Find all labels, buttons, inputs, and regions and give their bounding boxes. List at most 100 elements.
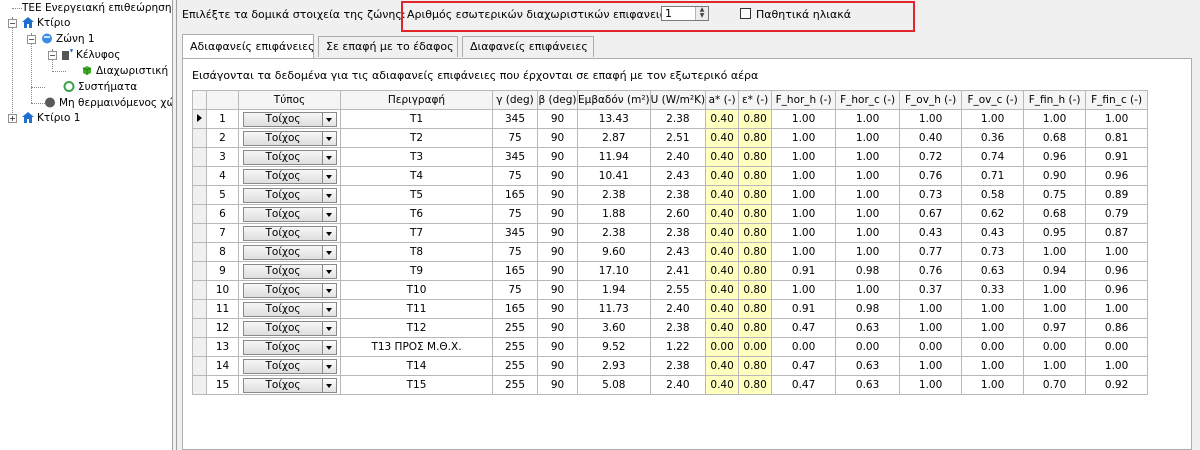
grid-cell[interactable]: 0.67 xyxy=(899,204,963,224)
type-cell[interactable]: Τοίχος xyxy=(238,223,341,243)
grid-cell[interactable]: 11.94 xyxy=(577,147,651,167)
grid-cell[interactable]: 0.68 xyxy=(1023,128,1087,148)
type-cell[interactable]: Τοίχος xyxy=(238,147,341,167)
table-row[interactable]: 6 Τοίχος T6 75 90 1.88 2.60 0.40 0.80 1.00 1.00 0.6… xyxy=(192,204,1149,224)
grid-cell[interactable]: 1.00 xyxy=(1085,109,1149,129)
grid-cell[interactable]: 0.47 xyxy=(771,356,837,376)
grid-cell[interactable]: 0.80 xyxy=(738,261,773,281)
grid-cell[interactable]: 0.94 xyxy=(1023,261,1087,281)
grid-cell[interactable]: 90 xyxy=(537,337,578,357)
grid-cell[interactable]: T3 xyxy=(340,147,493,167)
grid-cell[interactable]: 1.00 xyxy=(771,128,837,148)
row-header[interactable] xyxy=(192,318,207,338)
grid-cell[interactable]: 255 xyxy=(492,337,538,357)
grid-cell[interactable]: 0.80 xyxy=(738,299,773,319)
row-header[interactable] xyxy=(192,242,207,262)
column-header[interactable]: F_fin_h (-) xyxy=(1023,90,1087,110)
grid-cell[interactable]: 0.80 xyxy=(738,204,773,224)
type-cell[interactable]: Τοίχος xyxy=(238,166,341,186)
grid-cell[interactable]: 0.40 xyxy=(705,147,740,167)
column-header[interactable]: γ (deg) xyxy=(492,90,538,110)
grid-cell[interactable]: 0.80 xyxy=(738,166,773,186)
grid-cell[interactable]: 0.70 xyxy=(1023,375,1087,395)
tree-item-zone[interactable]: Ζώνη 1 xyxy=(41,32,95,46)
column-header[interactable]: F_hor_c (-) xyxy=(835,90,901,110)
grid-cell[interactable]: 1.00 xyxy=(771,204,837,224)
grid-cell[interactable]: 1.88 xyxy=(577,204,651,224)
grid-cell[interactable]: 0.40 xyxy=(705,318,740,338)
grid-cell[interactable]: 9.52 xyxy=(577,337,651,357)
grid-cell[interactable]: 2.55 xyxy=(649,280,707,300)
type-cell[interactable]: Τοίχος xyxy=(238,185,341,205)
row-header[interactable] xyxy=(192,337,207,357)
grid-cell[interactable]: 90 xyxy=(537,185,578,205)
grid-cell[interactable]: 1.00 xyxy=(771,280,837,300)
dropdown-arrow-icon[interactable] xyxy=(321,283,336,297)
type-cell[interactable]: Τοίχος xyxy=(238,337,341,357)
table-row[interactable]: 5 Τοίχος T5 165 90 2.38 2.38 0.40 0.80 1.00 1.00 0.… xyxy=(192,185,1149,205)
grid-cell[interactable]: 2.38 xyxy=(649,185,707,205)
grid-cell[interactable]: 1.00 xyxy=(961,375,1025,395)
grid-cell[interactable]: 90 xyxy=(537,128,578,148)
grid-cell[interactable]: 2.87 xyxy=(577,128,651,148)
grid-cell[interactable]: 75 xyxy=(492,280,538,300)
grid-cell[interactable]: 1.00 xyxy=(835,204,901,224)
grid-cell[interactable]: 0.43 xyxy=(961,223,1025,243)
grid-cell[interactable]: 2.51 xyxy=(649,128,707,148)
row-header[interactable] xyxy=(192,166,207,186)
tree-item-building[interactable]: Κτίριο xyxy=(22,16,70,30)
grid-cell[interactable]: 2.41 xyxy=(649,261,707,281)
collapse-toggle[interactable]: − xyxy=(8,19,17,28)
grid-cell[interactable]: 0.63 xyxy=(835,356,901,376)
grid-cell[interactable]: 2.38 xyxy=(649,318,707,338)
grid-cell[interactable]: 0.91 xyxy=(771,261,837,281)
grid-cell[interactable]: 10.41 xyxy=(577,166,651,186)
table-row[interactable]: 10 Τοίχος T10 75 90 1.94 2.55 0.40 0.80 1.00 1.00 0… xyxy=(192,280,1149,300)
grid-cell[interactable]: 0.96 xyxy=(1023,147,1087,167)
grid-cell[interactable]: 2.40 xyxy=(649,299,707,319)
grid-cell[interactable]: 0.86 xyxy=(1085,318,1149,338)
row-header[interactable] xyxy=(192,109,207,129)
column-header[interactable] xyxy=(192,90,207,110)
grid-cell[interactable]: 0.79 xyxy=(1085,204,1149,224)
grid-cell[interactable]: 1.00 xyxy=(899,109,963,129)
grid-cell[interactable]: 0.43 xyxy=(899,223,963,243)
tree-item-systems[interactable]: Συστήματα xyxy=(63,80,137,94)
grid-cell[interactable]: 1.00 xyxy=(1085,242,1149,262)
grid-cell[interactable]: 90 xyxy=(537,223,578,243)
type-combobox[interactable]: Τοίχος xyxy=(242,263,337,279)
navigation-tree[interactable]: ΤΕΕ Ενεργειακή επιθεώρηση − Κτίριο − Ζών… xyxy=(0,0,175,450)
grid-cell[interactable]: 1.00 xyxy=(771,242,837,262)
grid-cell[interactable]: 1.00 xyxy=(835,128,901,148)
grid-cell[interactable]: 255 xyxy=(492,318,538,338)
grid-cell[interactable]: 75 xyxy=(492,128,538,148)
grid-cell[interactable]: 90 xyxy=(537,109,578,129)
tab-ground-contact[interactable]: Σε επαφή με το έδαφος xyxy=(318,36,458,57)
tab-transparent-surfaces[interactable]: Διαφανείς επιφάνειες xyxy=(462,36,594,57)
grid-cell[interactable]: 1.00 xyxy=(899,375,963,395)
grid-cell[interactable]: 0.80 xyxy=(738,242,773,262)
row-header[interactable] xyxy=(192,299,207,319)
table-row[interactable]: 14 Τοίχος T14 255 90 2.93 2.38 0.40 0.80 0.47 0.63… xyxy=(192,356,1149,376)
grid-cell[interactable]: 1.00 xyxy=(835,185,901,205)
grid-cell[interactable]: 0.63 xyxy=(835,375,901,395)
table-row[interactable]: 13 Τοίχος T13 ΠΡΟΣ Μ.Θ.Χ. 255 90 9.52 1.22 0.00… xyxy=(192,337,1149,357)
column-header[interactable]: F_ov_h (-) xyxy=(899,90,963,110)
grid-cell[interactable]: 1.00 xyxy=(835,280,901,300)
dropdown-arrow-icon[interactable] xyxy=(321,245,336,259)
grid-cell[interactable]: 0.40 xyxy=(705,185,740,205)
column-header[interactable]: Εμβαδόν (m²) xyxy=(577,90,651,110)
type-cell[interactable]: Τοίχος xyxy=(238,318,341,338)
grid-cell[interactable]: 1.00 xyxy=(1023,109,1087,129)
tree-item-partition[interactable]: Διαχωριστική xyxy=(81,64,168,78)
grid-cell[interactable]: 0.00 xyxy=(738,337,773,357)
type-combobox[interactable]: Τοίχος xyxy=(242,244,337,260)
grid-cell[interactable]: 1.00 xyxy=(835,147,901,167)
grid-cell[interactable]: T9 xyxy=(340,261,493,281)
grid-cell[interactable]: 90 xyxy=(537,242,578,262)
grid-cell[interactable]: T4 xyxy=(340,166,493,186)
dropdown-arrow-icon[interactable] xyxy=(321,264,336,278)
grid-cell[interactable]: 0.98 xyxy=(835,299,901,319)
grid-cell[interactable]: 2.43 xyxy=(649,166,707,186)
grid-cell[interactable]: 1.00 xyxy=(1023,280,1087,300)
